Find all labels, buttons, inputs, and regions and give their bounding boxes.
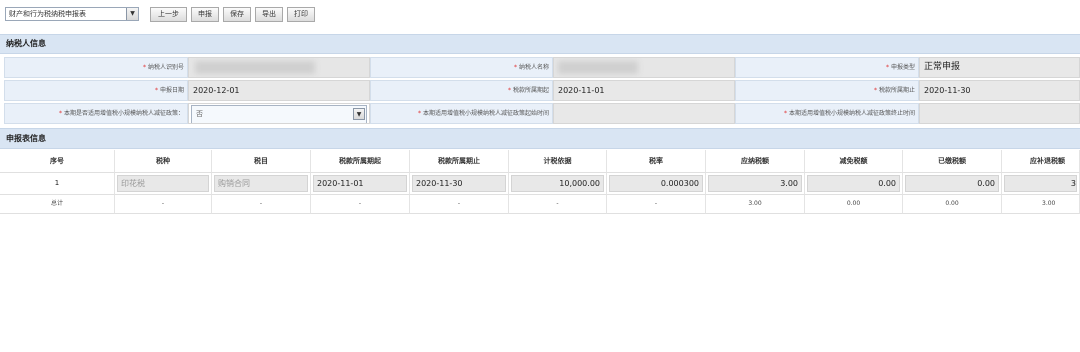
period-start-label: * 税款所属期起 xyxy=(370,80,553,101)
col-header-reduction: 减免税额 xyxy=(805,150,903,173)
declaration-type-field[interactable]: 正常申报 xyxy=(919,57,1080,78)
total-label: 总计 xyxy=(0,195,115,214)
policy-end-field[interactable] xyxy=(919,103,1080,124)
policy-end-label: * 本期适用增值税小规模纳税人减征政策终止时间 xyxy=(735,103,919,124)
taxpayer-row-1: * 纳税人识别号 * 纳税人名称 * 申报类型 正常申报 xyxy=(0,57,1080,78)
total-tax-type: - xyxy=(115,195,212,214)
report-type-select[interactable]: 财产和行为税纳税申报表 ▼ xyxy=(5,7,139,21)
taxpayer-id-field[interactable] xyxy=(188,57,370,78)
toolbar: 财产和行为税纳税申报表 ▼ 上一步 申报 保存 导出 打印 xyxy=(5,6,315,22)
col-header-period-start: 税款所属期起 xyxy=(311,150,410,173)
cell-seq: 1 xyxy=(0,173,115,195)
taxpayer-name-field[interactable] xyxy=(553,57,735,78)
small-scale-policy-value: 否 xyxy=(196,110,203,118)
declaration-date-field[interactable]: 2020-12-01 xyxy=(188,80,370,101)
total-period-start: - xyxy=(311,195,410,214)
col-header-seq: 序号 xyxy=(0,150,115,173)
total-reduction: 0.00 xyxy=(805,195,903,214)
small-scale-policy-select[interactable]: 否 ▼ xyxy=(191,105,367,123)
cell-payable: 3.00 xyxy=(706,173,805,195)
cell-basis: 10,000.00 xyxy=(509,173,607,195)
col-header-paid: 已缴税额 xyxy=(903,150,1002,173)
export-button[interactable]: 导出 xyxy=(255,6,283,22)
tax-item-field[interactable]: 购销合同 xyxy=(214,175,308,192)
taxpayer-row-3: * 本期是否适用增值税小规模纳税人减征政策： 否 ▼ * 本期适用增值税小规模纳税人… xyxy=(0,103,1080,124)
cell-refund: 3 xyxy=(1002,173,1080,195)
small-scale-policy-label: * 本期是否适用增值税小规模纳税人减征政策： xyxy=(4,103,188,124)
table-row: 1 印花税 购销合同 2020-11-01 2020-11-30 10,000.… xyxy=(0,173,1080,195)
cell-reduction: 0.00 xyxy=(805,173,903,195)
paid-field[interactable]: 0.00 xyxy=(905,175,999,192)
previous-step-button[interactable]: 上一步 xyxy=(150,6,187,22)
col-header-tax-type: 税种 xyxy=(115,150,212,173)
redacted-blur xyxy=(195,61,315,74)
total-payable: 3.00 xyxy=(706,195,805,214)
refund-field[interactable]: 3 xyxy=(1004,175,1077,192)
payable-field[interactable]: 3.00 xyxy=(708,175,802,192)
basis-field[interactable]: 10,000.00 xyxy=(511,175,604,192)
table-header-row: 序号 税种 税目 税款所属期起 税款所属期止 计税依据 税率 应纳税额 减免税额… xyxy=(0,150,1080,173)
reduction-field[interactable]: 0.00 xyxy=(807,175,900,192)
total-tax-item: - xyxy=(212,195,311,214)
taxpayer-name-label: * 纳税人名称 xyxy=(370,57,553,78)
total-rate: - xyxy=(607,195,706,214)
col-header-refund: 应补退税额 xyxy=(1002,150,1080,173)
col-header-period-end: 税款所属期止 xyxy=(410,150,509,173)
col-header-tax-item: 税目 xyxy=(212,150,311,173)
total-basis: - xyxy=(509,195,607,214)
redacted-blur xyxy=(558,61,638,74)
cell-tax-item: 购销合同 xyxy=(212,173,311,195)
print-button[interactable]: 打印 xyxy=(287,6,315,22)
total-paid: 0.00 xyxy=(903,195,1002,214)
row-period-end-field[interactable]: 2020-11-30 xyxy=(412,175,506,192)
col-header-payable: 应纳税额 xyxy=(706,150,805,173)
rate-field[interactable]: 0.000300 xyxy=(609,175,703,192)
cell-period-end: 2020-11-30 xyxy=(410,173,509,195)
taxpayer-id-label: * 纳税人识别号 xyxy=(4,57,188,78)
chevron-down-icon[interactable]: ▼ xyxy=(126,8,138,20)
period-end-field[interactable]: 2020-11-30 xyxy=(919,80,1080,101)
col-header-rate: 税率 xyxy=(607,150,706,173)
total-refund: 3.00 xyxy=(1002,195,1080,214)
report-type-select-value: 财产和行为税纳税申报表 xyxy=(9,10,86,18)
declare-button[interactable]: 申报 xyxy=(191,6,219,22)
policy-start-label: * 本期适用增值税小规模纳税人减征政策起始时间 xyxy=(370,103,553,124)
col-header-basis: 计税依据 xyxy=(509,150,607,173)
period-end-label: * 税款所属期止 xyxy=(735,80,919,101)
total-row: 总计 - - - - - - 3.00 0.00 0.00 3.00 xyxy=(0,195,1080,214)
cell-paid: 0.00 xyxy=(903,173,1002,195)
tax-type-field[interactable]: 印花税 xyxy=(117,175,209,192)
taxpayer-section-title: 纳税人信息 xyxy=(0,34,1080,54)
chevron-down-icon[interactable]: ▼ xyxy=(353,108,365,120)
declaration-date-label: * 申报日期 xyxy=(4,80,188,101)
taxpayer-row-2: * 申报日期 2020-12-01 * 税款所属期起 2020-11-01 * 税款所… xyxy=(0,80,1080,101)
period-start-field[interactable]: 2020-11-01 xyxy=(553,80,735,101)
declaration-type-label: * 申报类型 xyxy=(735,57,919,78)
cell-period-start: 2020-11-01 xyxy=(311,173,410,195)
policy-start-field[interactable] xyxy=(553,103,735,124)
save-button[interactable]: 保存 xyxy=(223,6,251,22)
cell-tax-type: 印花税 xyxy=(115,173,212,195)
total-period-end: - xyxy=(410,195,509,214)
declaration-section-title: 申报表信息 xyxy=(0,128,1080,149)
cell-rate: 0.000300 xyxy=(607,173,706,195)
small-scale-policy-cell: 否 ▼ xyxy=(188,103,370,124)
row-period-start-field[interactable]: 2020-11-01 xyxy=(313,175,407,192)
